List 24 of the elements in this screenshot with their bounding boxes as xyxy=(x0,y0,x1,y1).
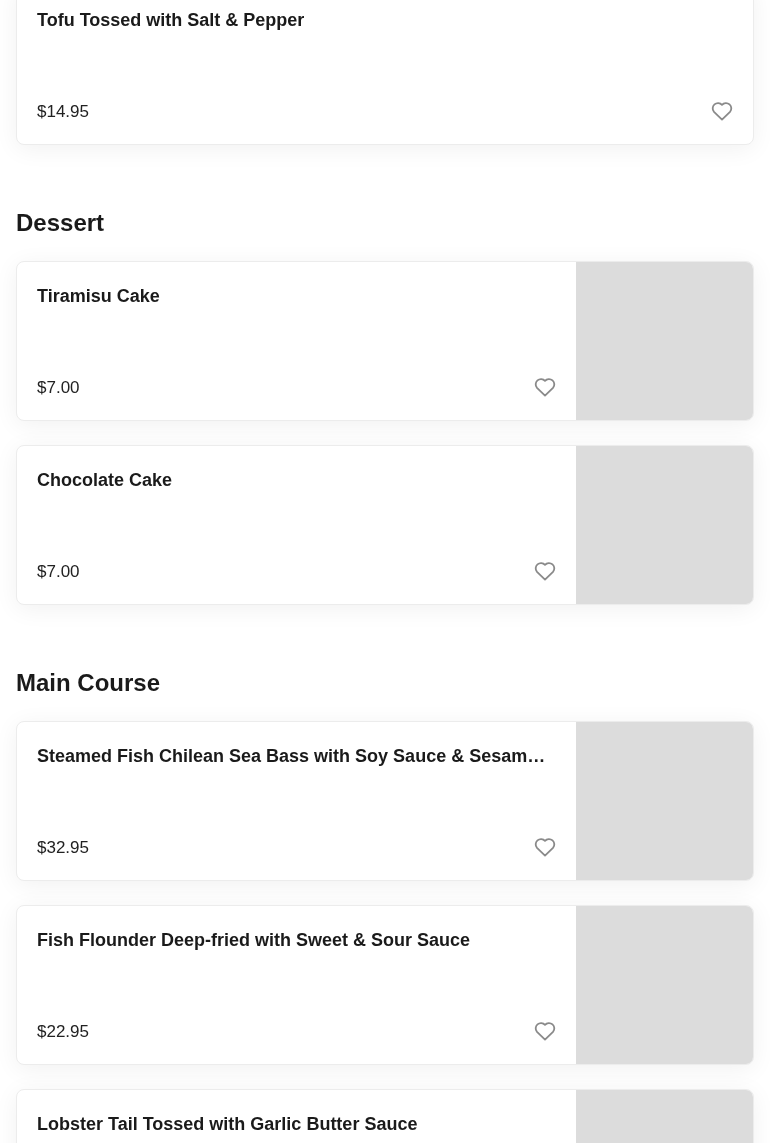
item-price: $7.00 xyxy=(37,376,80,399)
heart-icon[interactable] xyxy=(534,561,556,582)
item-name: Lobster Tail Tossed with Garlic Butter Sauce xyxy=(37,1113,419,1136)
heart-icon[interactable] xyxy=(534,377,556,398)
item-price: $7.00 xyxy=(37,560,80,583)
item-name: Steamed Fish Chilean Sea Bass with Soy Sauce & Sesam… xyxy=(37,745,547,768)
section-heading: Dessert xyxy=(16,208,106,238)
heart-icon[interactable] xyxy=(534,837,556,858)
menu-item-card[interactable]: Chocolate Cake $7.00 xyxy=(16,445,754,605)
menu-item-card[interactable]: Fish Flounder Deep-fried with Sweet & Sour Sauce $22.95 xyxy=(16,905,754,1065)
menu-item-card[interactable]: Tiramisu Cake $7.00 xyxy=(16,261,754,421)
heart-icon[interactable] xyxy=(534,1021,556,1042)
item-name: Tofu Tossed with Salt & Pepper xyxy=(37,9,306,32)
item-price: $22.95 xyxy=(37,1020,89,1043)
menu-item-card[interactable]: Tofu Tossed with Salt & Pepper $14.95 xyxy=(16,0,754,145)
menu-item-card[interactable]: Steamed Fish Chilean Sea Bass with Soy Sauce & Sesam… $32.95 xyxy=(16,721,754,881)
item-name: Chocolate Cake xyxy=(37,469,174,492)
menu-item-card[interactable]: Lobster Tail Tossed with Garlic Butter Sauce xyxy=(16,1089,754,1143)
item-name: Fish Flounder Deep-fried with Sweet & Sour Sauce xyxy=(37,929,472,952)
heart-icon[interactable] xyxy=(711,101,733,122)
item-name: Tiramisu Cake xyxy=(37,285,161,308)
item-price: $14.95 xyxy=(37,100,89,123)
section-heading: Main Course xyxy=(16,668,162,698)
item-price: $32.95 xyxy=(37,836,89,859)
